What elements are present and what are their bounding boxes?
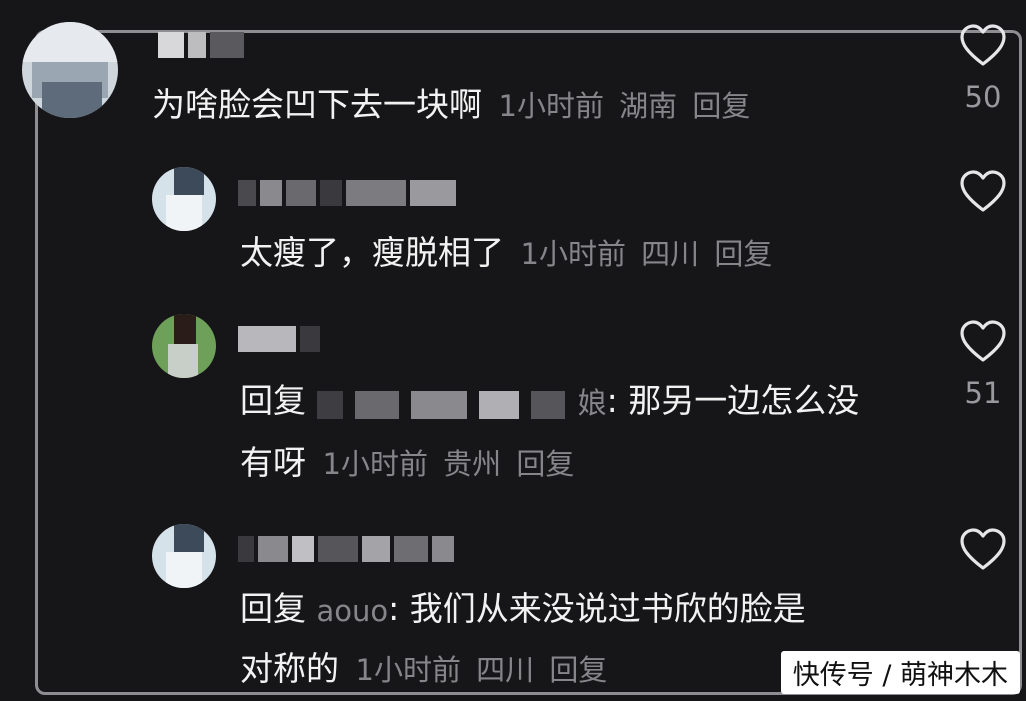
comment-time: 1小时前 <box>521 237 626 271</box>
username-blurred[interactable] <box>238 324 324 354</box>
heart-icon <box>959 170 1007 214</box>
reply-button[interactable]: 回复 <box>714 237 772 271</box>
like-count: 51 <box>953 376 1013 410</box>
reply-button[interactable]: 回复 <box>692 89 750 123</box>
comment-time: 1小时前 <box>499 89 604 123</box>
like-button[interactable] <box>953 528 1013 572</box>
avatar[interactable] <box>152 524 216 588</box>
like-button[interactable]: 50 <box>953 24 1013 114</box>
comment-location: 四川 <box>641 237 699 271</box>
reply-target-user[interactable]: 娘 <box>317 372 607 434</box>
watermark: 快传号 / 萌神木木 <box>781 651 1020 694</box>
reply-prefix: 回复 <box>240 381 306 420</box>
like-button[interactable] <box>953 170 1013 214</box>
avatar[interactable] <box>152 314 216 378</box>
comment-location: 湖南 <box>619 89 677 123</box>
username-blurred[interactable] <box>238 178 460 208</box>
comment-body: : 那另一边怎么没 <box>607 381 860 420</box>
comment-time: 1小时前 <box>356 653 461 687</box>
comment-text-line: 为啥脸会凹下去一块啊 1小时前 湖南 回复 <box>152 74 750 137</box>
comment-body: : 我们从来没说过书欣的脸是 <box>388 589 806 628</box>
comment-text-line: 回复 aouo: 我们从来没说过书欣的脸是 <box>240 578 806 642</box>
comment-body: 太瘦了，瘦脱相了 <box>240 233 504 272</box>
heart-icon <box>959 24 1007 68</box>
comment-text-line: 太瘦了，瘦脱相了 1小时前 四川 回复 <box>240 222 772 285</box>
avatar[interactable] <box>152 167 216 231</box>
comment-text-line: 对称的 1小时前 四川 回复 <box>240 638 607 701</box>
like-button[interactable]: 51 <box>953 320 1013 410</box>
comment-body: 有呀 <box>240 443 306 482</box>
comment-location: 四川 <box>476 653 534 687</box>
avatar[interactable] <box>22 22 118 118</box>
comment-text-line: 有呀 1小时前 贵州 回复 <box>240 432 574 495</box>
username-blurred[interactable] <box>238 534 458 564</box>
comment-body: 为啥脸会凹下去一块啊 <box>152 85 482 124</box>
comment-time: 1小时前 <box>323 447 428 481</box>
reply-button[interactable]: 回复 <box>516 447 574 481</box>
comment-text-line: 回复 娘 : 那另一边怎么没 <box>240 370 859 434</box>
username-blurred[interactable] <box>158 30 248 60</box>
reply-button[interactable]: 回复 <box>549 653 607 687</box>
heart-icon <box>959 320 1007 364</box>
reply-target-user[interactable]: aouo <box>317 580 389 642</box>
comment-body: 对称的 <box>240 649 339 688</box>
reply-prefix: 回复 <box>240 589 306 628</box>
comment-location: 贵州 <box>443 447 501 481</box>
heart-icon <box>959 528 1007 572</box>
like-count: 50 <box>953 80 1013 114</box>
